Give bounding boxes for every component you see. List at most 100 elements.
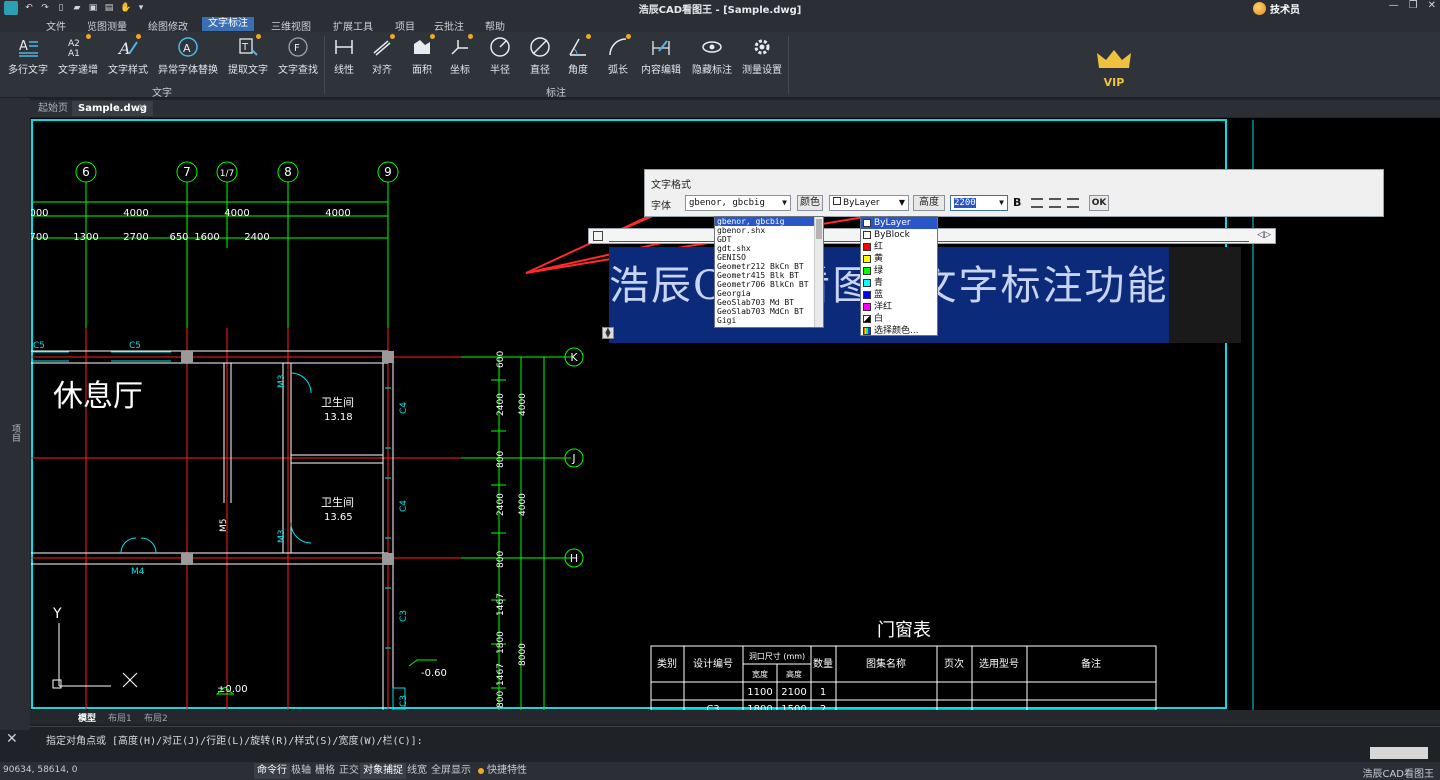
ok-button[interactable]: OK xyxy=(1089,195,1109,211)
arc-length-icon xyxy=(607,34,631,58)
menu-help[interactable]: 帮助 xyxy=(485,18,505,33)
toggle-fullscreen[interactable]: 全屏显示 xyxy=(428,763,474,779)
font-replace-icon: A xyxy=(177,36,199,58)
coordinate-button[interactable]: 坐标 xyxy=(446,34,474,76)
close-tab-icon[interactable]: × xyxy=(138,102,146,113)
font-option[interactable]: gbenor.shx xyxy=(715,226,823,235)
font-list-scrollbar[interactable] xyxy=(814,217,823,327)
multiline-text-button[interactable]: A 多行文字 xyxy=(6,36,50,76)
color-option-yellow[interactable]: 黄 xyxy=(861,253,937,265)
color-option-red[interactable]: 红 xyxy=(861,241,937,253)
radius-button[interactable]: 半径 xyxy=(486,36,514,76)
bold-button[interactable]: B xyxy=(1013,196,1021,209)
extract-text-button[interactable]: T 提取文字 xyxy=(226,34,270,76)
menu-text-annotation[interactable]: 文字标注 xyxy=(202,17,254,31)
minimize-icon[interactable]: — xyxy=(1389,0,1399,11)
align-right-icon[interactable] xyxy=(1067,198,1079,208)
area-button[interactable]: 面积 xyxy=(408,34,436,76)
table-header: 类别 xyxy=(657,657,677,670)
height-input[interactable]: 2200 ▼ xyxy=(950,195,1008,211)
font-select[interactable]: gbenor, gbcbig ▼ xyxy=(685,195,791,211)
vip-badge[interactable]: VIP xyxy=(1094,48,1134,94)
drawing-canvas[interactable]: 6 7 1/7 8 9 000 4000 4000 4000 700 1300 … xyxy=(31,118,1440,710)
color-select[interactable]: ByLayer ▼ xyxy=(829,195,909,211)
angle-button[interactable]: 角度 xyxy=(564,34,592,76)
resize-handle-icon[interactable]: ▲ ▼ xyxy=(602,327,614,339)
hide-dim-button[interactable]: 隐藏标注 xyxy=(690,36,734,76)
font-option[interactable]: GENISO xyxy=(715,253,823,262)
content-edit-button[interactable]: 内容编辑 xyxy=(640,36,682,76)
close-icon[interactable]: ✕ xyxy=(6,731,18,747)
dim-text: 600 xyxy=(496,351,506,368)
linear-dim-button[interactable]: 线性 xyxy=(330,36,358,76)
toggle-lineweight[interactable]: 线宽 xyxy=(404,763,430,779)
menu-draw-modify[interactable]: 绘图修改 xyxy=(148,18,188,33)
diameter-button[interactable]: 直径 xyxy=(526,36,554,76)
toggle-grid[interactable]: 栅格 xyxy=(312,763,338,779)
multiline-text-icon: A xyxy=(17,36,39,58)
toggle-polar[interactable]: 极轴 xyxy=(288,763,314,779)
color-option-white[interactable]: 白 xyxy=(861,313,937,325)
table-header: 页次 xyxy=(944,657,964,670)
toggle-command-line[interactable]: 命令行 xyxy=(254,763,290,779)
toggle-ortho[interactable]: 正交 xyxy=(336,763,362,779)
color-option-green[interactable]: 绿 xyxy=(861,265,937,277)
window-label: C5 xyxy=(129,341,141,351)
menu-3d-view[interactable]: 三维视图 xyxy=(271,18,311,33)
scroll-thumb[interactable] xyxy=(816,219,822,239)
restore-icon[interactable]: ❐ xyxy=(1409,0,1418,11)
color-option-blue[interactable]: 蓝 xyxy=(861,289,937,301)
font-option[interactable]: Gigi xyxy=(715,316,823,325)
table-cell: 1100 xyxy=(747,687,772,698)
text-style-button[interactable]: A 文字样式 xyxy=(106,34,150,76)
color-option-magenta[interactable]: 洋红 xyxy=(861,301,937,313)
project-panel-tab[interactable]: 项目 xyxy=(9,424,22,442)
font-option[interactable]: Geometr415 Blk BT xyxy=(715,271,823,280)
font-option[interactable]: gdt.shx xyxy=(715,244,823,253)
close-icon[interactable]: ✕ xyxy=(1428,0,1436,11)
color-option-byblock[interactable]: ByBlock xyxy=(861,229,937,241)
font-dropdown-list: gbenor, gbcbig gbenor.shx GDT gdt.shx GE… xyxy=(714,216,824,328)
font-replace-button[interactable]: A 异常字体替换 xyxy=(156,36,220,76)
color-option-select-color[interactable]: 选择颜色... xyxy=(861,325,937,337)
color-option-cyan[interactable]: 青 xyxy=(861,277,937,289)
dim-text: 800 xyxy=(496,691,506,708)
font-option[interactable]: GeoSlab703 Md BT xyxy=(715,298,823,307)
align-left-icon[interactable] xyxy=(1031,198,1043,208)
svg-text:A: A xyxy=(19,39,28,54)
command-scrollbar[interactable] xyxy=(1370,747,1428,759)
font-option[interactable]: GDT xyxy=(715,235,823,244)
radius-icon xyxy=(489,36,511,58)
svg-text:A: A xyxy=(117,39,131,58)
tab-layout2[interactable]: 布局2 xyxy=(144,711,168,724)
align-center-icon[interactable] xyxy=(1049,198,1061,208)
find-text-button[interactable]: F 文字查找 xyxy=(276,36,320,76)
menu-view-measure[interactable]: 览图测量 xyxy=(87,18,127,33)
toggle-quick-properties[interactable]: 快捷特性 xyxy=(484,763,530,779)
menu-file[interactable]: 文件 xyxy=(46,18,66,33)
color-button[interactable]: 颜色 xyxy=(797,195,823,211)
measure-settings-button[interactable]: 测量设置 xyxy=(740,36,784,76)
color-option-bylayer[interactable]: ByLayer xyxy=(861,217,937,229)
toggle-object-snap[interactable]: 对象捕捉 xyxy=(360,763,406,779)
text-increment-button[interactable]: A2 A1 文字递增 xyxy=(56,34,100,76)
tab-model[interactable]: 模型 xyxy=(78,711,96,724)
arc-length-button[interactable]: 弧长 xyxy=(604,34,632,76)
menu-extend-tools[interactable]: 扩展工具 xyxy=(333,18,373,33)
ruler-resize-icon[interactable]: ◁▷ xyxy=(1257,230,1271,240)
status-bar: 90634, 58614, 0 命令行 极轴 栅格 正交 对象捕捉 线宽 全屏显… xyxy=(0,762,1440,780)
tab-start-page[interactable]: 起始页 xyxy=(32,101,74,116)
command-line[interactable]: ✕ 指定对角点或 [高度(H)/对正(J)/行距(L)/旋转(R)/样式(S)/… xyxy=(6,726,1440,760)
font-option[interactable]: Georgia xyxy=(715,289,823,298)
font-option[interactable]: Geometr212 BkCn BT xyxy=(715,262,823,271)
font-option[interactable]: GeoSlab703 MdCn BT xyxy=(715,307,823,316)
font-option[interactable]: Geometr706 BlkCn BT xyxy=(715,280,823,289)
aligned-dim-button[interactable]: 对齐 xyxy=(368,34,396,76)
svg-text:A2: A2 xyxy=(68,39,80,49)
font-option[interactable]: gbenor, gbcbig xyxy=(715,217,823,226)
tab-layout1[interactable]: 布局1 xyxy=(108,711,132,724)
height-button[interactable]: 高度 xyxy=(913,195,945,211)
menu-cloud-annotation[interactable]: 云批注 xyxy=(434,18,464,33)
user-menu[interactable]: 技术员 xyxy=(1253,0,1300,16)
menu-project[interactable]: 项目 xyxy=(395,18,415,33)
